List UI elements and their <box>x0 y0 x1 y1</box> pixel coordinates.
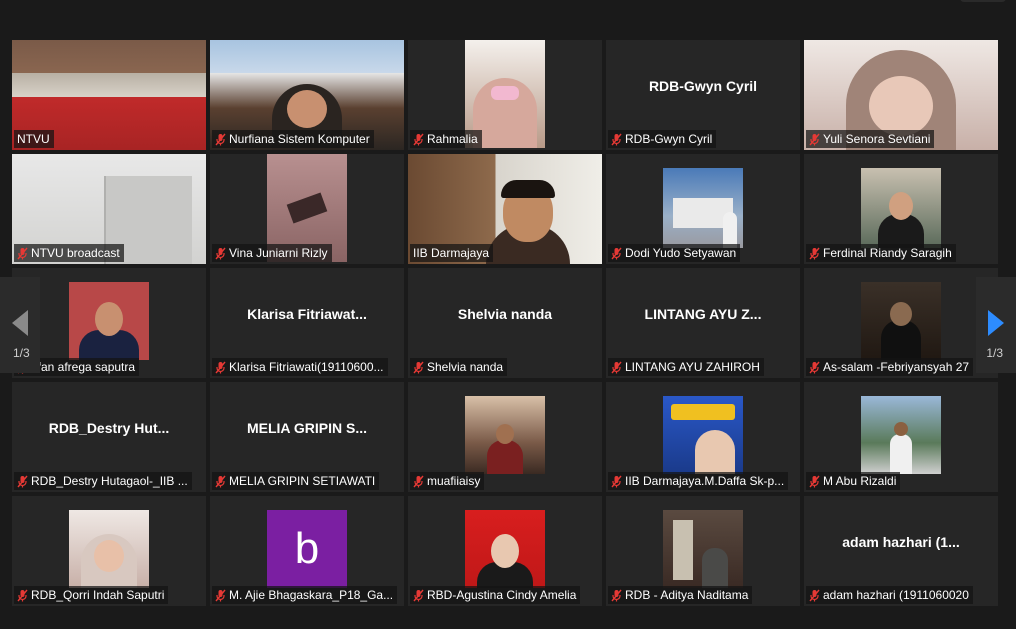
participant-tile[interactable]: adam hazhari (1... adam hazhari (1911060… <box>804 496 998 606</box>
participant-name-label: IIB Darmajaya <box>410 244 494 262</box>
participant-name-label: M Abu Rizaldi <box>806 472 901 490</box>
muted-mic-icon <box>413 589 424 602</box>
participant-name-label: Rahmalia <box>410 130 482 148</box>
participant-tile[interactable]: RDB_Qorri Indah Saputri <box>12 496 206 606</box>
muted-mic-icon <box>215 361 226 374</box>
muted-mic-icon <box>611 133 622 146</box>
participant-tile[interactable]: RDB-Gwyn Cyril RDB-Gwyn Cyril <box>606 40 800 150</box>
muted-mic-icon <box>17 247 28 260</box>
participant-name-label: Vina Juniarni Rizly <box>212 244 332 262</box>
participant-video <box>663 168 743 248</box>
muted-mic-icon <box>809 475 820 488</box>
participant-name-label: RDB_Qorri Indah Saputri <box>14 586 169 604</box>
participant-name-label: NTVU <box>14 130 54 148</box>
participant-video <box>69 510 149 588</box>
participant-name-label: Dodi Yudo Setyawan <box>608 244 741 262</box>
participant-name-label: MELIA GRIPIN SETIAWATI <box>212 472 380 490</box>
muted-mic-icon <box>215 475 226 488</box>
participant-tile[interactable]: LINTANG AYU Z... LINTANG AYU ZAHIROH <box>606 268 800 378</box>
muted-mic-icon <box>17 475 28 488</box>
page-indicator-left: 1/3 <box>13 346 30 360</box>
muted-mic-icon <box>413 133 424 146</box>
participant-video <box>861 396 941 474</box>
participant-name-label: IIB Darmajaya.M.Daffa Sk-p... <box>608 472 789 490</box>
participant-video <box>861 282 941 360</box>
participant-display-name: RDB-Gwyn Cyril <box>648 78 758 94</box>
participant-video <box>465 396 545 474</box>
participant-name-label: Ferdinal Riandy Saragih <box>806 244 956 262</box>
participant-tile[interactable]: Klarisa Fitriawat... Klarisa Fitriawati(… <box>210 268 404 378</box>
participant-tile[interactable]: As-salam -Febriyansyah 27 <box>804 268 998 378</box>
chevron-right-icon <box>988 309 1004 341</box>
muted-mic-icon <box>611 589 622 602</box>
muted-mic-icon <box>611 247 622 260</box>
participant-display-name: adam hazhari (1... <box>842 534 960 550</box>
participant-video <box>861 168 941 248</box>
participant-name-label: muafiiaisy <box>410 472 485 490</box>
muted-mic-icon <box>809 133 820 146</box>
participant-tile[interactable]: Rahmalia <box>408 40 602 150</box>
muted-mic-icon <box>17 589 28 602</box>
participant-display-name: LINTANG AYU Z... <box>644 306 762 322</box>
top-control[interactable] <box>960 0 1006 2</box>
participant-name-label: As-salam -Febriyansyah 27 <box>806 358 974 376</box>
participant-video <box>465 510 545 588</box>
participant-tile[interactable]: Dodi Yudo Setyawan <box>606 154 800 264</box>
participant-name-label: RDB-Gwyn Cyril <box>608 130 717 148</box>
participant-tile[interactable]: NTVU broadcast <box>12 154 206 264</box>
participant-name-label: Klarisa Fitriawati(19110600... <box>212 358 388 376</box>
participant-name-label: LINTANG AYU ZAHIROH <box>608 358 764 376</box>
participant-name-label: adam hazhari (1911060020 <box>806 586 973 604</box>
muted-mic-icon <box>215 133 226 146</box>
participant-display-name: RDB_Destry Hut... <box>48 420 170 436</box>
muted-mic-icon <box>809 361 820 374</box>
participant-tile[interactable]: Ferdinal Riandy Saragih <box>804 154 998 264</box>
participant-tile[interactable]: M Abu Rizaldi <box>804 382 998 492</box>
participant-name-label: RDB - Aditya Naditama <box>608 586 753 604</box>
participant-display-name: MELIA GRIPIN S... <box>246 420 368 436</box>
muted-mic-icon <box>215 247 226 260</box>
participant-video <box>663 396 743 474</box>
participant-video <box>663 510 743 588</box>
bottom-strip <box>0 612 1016 629</box>
muted-mic-icon <box>809 247 820 260</box>
participant-tile[interactable]: RDB_Destry Hut... RDB_Destry Hutagaol-_I… <box>12 382 206 492</box>
participant-tile[interactable]: b M. Ajie Bhagaskara_P18_Ga... <box>210 496 404 606</box>
top-bar <box>0 0 1016 34</box>
participant-tile[interactable]: IIB Darmajaya.M.Daffa Sk-p... <box>606 382 800 492</box>
avatar-initial: b <box>267 510 347 588</box>
participant-tile[interactable]: NTVU <box>12 40 206 150</box>
participant-name-label: M. Ajie Bhagaskara_P18_Ga... <box>212 586 398 604</box>
participant-video <box>69 282 149 360</box>
participant-tile[interactable]: RBD-Agustina Cindy Amelia <box>408 496 602 606</box>
muted-mic-icon <box>215 589 226 602</box>
muted-mic-icon <box>413 361 424 374</box>
participant-tile[interactable]: muafiiaisy <box>408 382 602 492</box>
muted-mic-icon <box>611 361 622 374</box>
gallery-grid: NTVU Nurfiana Sistem Komputer Rahmalia R… <box>12 40 998 606</box>
muted-mic-icon <box>611 475 622 488</box>
participant-name-label: Nurfiana Sistem Komputer <box>212 130 374 148</box>
participant-display-name: Klarisa Fitriawat... <box>247 306 367 322</box>
participant-tile-active-speaker[interactable]: IIB Darmajaya <box>408 154 602 264</box>
participant-tile[interactable]: MELIA GRIPIN S... MELIA GRIPIN SETIAWATI <box>210 382 404 492</box>
participant-tile[interactable]: Nurfiana Sistem Komputer <box>210 40 404 150</box>
page-indicator-right: 1/3 <box>986 346 1003 360</box>
participant-tile[interactable]: irfan afrega saputra <box>12 268 206 378</box>
participant-tile[interactable]: Vina Juniarni Rizly <box>210 154 404 264</box>
participant-name-label: Yuli Senora Sevtiani <box>806 130 935 148</box>
participant-name-label: RDB_Destry Hutagaol-_IIB ... <box>14 472 192 490</box>
chevron-left-icon <box>12 309 28 341</box>
participant-name-label: RBD-Agustina Cindy Amelia <box>410 586 581 604</box>
muted-mic-icon <box>809 589 820 602</box>
participant-name-label: NTVU broadcast <box>14 244 124 262</box>
participant-display-name: Shelvia nanda <box>457 306 553 322</box>
participant-tile[interactable]: Shelvia nanda Shelvia nanda <box>408 268 602 378</box>
muted-mic-icon <box>413 475 424 488</box>
participant-tile[interactable]: Yuli Senora Sevtiani <box>804 40 998 150</box>
participant-tile[interactable]: RDB - Aditya Naditama <box>606 496 800 606</box>
participant-name-label: Shelvia nanda <box>410 358 508 376</box>
